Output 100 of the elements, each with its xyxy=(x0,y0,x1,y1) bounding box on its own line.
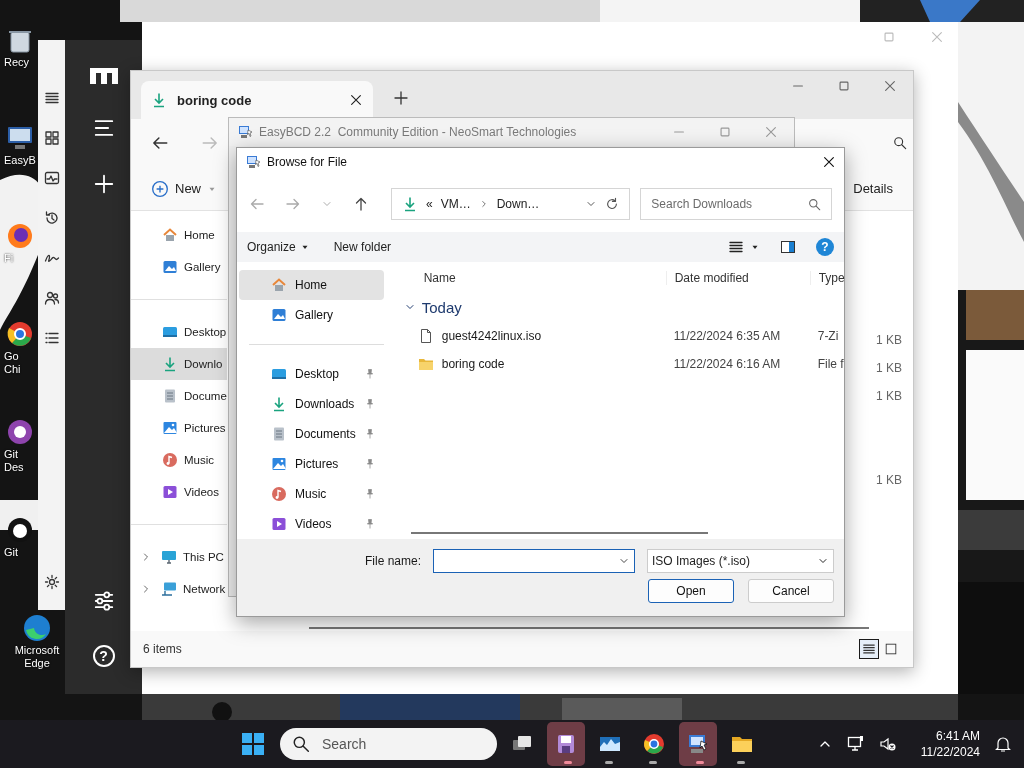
filter-dropdown[interactable]: ISO Images (*.iso) xyxy=(647,549,834,573)
file-name[interactable]: boring code xyxy=(397,356,666,372)
desktop-icon xyxy=(162,324,178,340)
table-cell-text: 1 KB xyxy=(875,472,903,489)
search-box[interactable]: Search xyxy=(280,728,497,760)
search-icon xyxy=(292,735,310,753)
view-button[interactable] xyxy=(859,639,879,659)
house-icon xyxy=(271,277,287,293)
search-field[interactable]: Search Downloads xyxy=(651,192,802,216)
icon-label: Microsoft Edge xyxy=(13,644,61,670)
icon-label: Fi xyxy=(4,252,14,265)
gallery-icon xyxy=(271,307,287,323)
grid-icon[interactable] xyxy=(43,130,60,146)
table-cell-text: 7-Zi xyxy=(816,329,840,343)
network-icon xyxy=(161,581,177,597)
scrollbar[interactable] xyxy=(410,532,708,534)
nav-item[interactable]: Music xyxy=(239,479,384,509)
network-icon[interactable] xyxy=(846,735,865,753)
nav-item[interactable]: Home xyxy=(131,219,227,251)
tab[interactable]: boring code xyxy=(141,81,373,119)
help-button[interactable]: ? xyxy=(92,645,115,667)
nav-item[interactable]: Gallery xyxy=(239,300,384,330)
nav-item[interactable]: This PC xyxy=(131,541,227,573)
close-icon[interactable] xyxy=(349,93,363,107)
table-cell-text: File f xyxy=(816,357,845,371)
list-icon[interactable] xyxy=(43,330,60,346)
nav-item[interactable]: Downloads xyxy=(239,389,384,419)
nav-item[interactable]: Documents xyxy=(239,419,384,449)
nav-item[interactable]: Home xyxy=(239,270,384,300)
taskbar-button[interactable] xyxy=(679,722,717,766)
preview-pane-icon[interactable] xyxy=(780,239,796,255)
activity-icon[interactable] xyxy=(43,170,60,186)
people-icon[interactable] xyxy=(43,290,60,306)
clock[interactable]: 6:41 AM 11/22/2024 xyxy=(920,728,980,760)
nav-item[interactable]: Pictures xyxy=(239,449,384,479)
input-field[interactable] xyxy=(433,549,635,573)
cancel-button[interactable]: Cancel xyxy=(748,579,834,603)
music-icon xyxy=(271,486,287,502)
column-header[interactable]: Name xyxy=(397,271,666,285)
table-cell-text: 11/22/2024 6:35 AM xyxy=(672,329,782,343)
nav-item[interactable]: Videos xyxy=(131,476,227,508)
field-label: File name: xyxy=(364,554,421,568)
nav-item[interactable]: Music xyxy=(131,444,227,476)
organize-button[interactable]: Organize xyxy=(247,240,310,254)
nav-item[interactable]: Desktop xyxy=(131,316,227,348)
window-title: EasyBCD 2.2 Community Edition - NeoSmart Technologies xyxy=(259,125,577,139)
close-icon[interactable] xyxy=(822,155,836,169)
column-header[interactable]: Type xyxy=(809,271,845,285)
taskbar-button[interactable] xyxy=(547,722,585,766)
search-icon[interactable] xyxy=(893,136,907,150)
video-icon xyxy=(271,516,287,532)
refresh-icon xyxy=(605,197,620,211)
square-icon xyxy=(884,642,898,656)
nav-item[interactable]: Network xyxy=(131,573,227,605)
address-bar[interactable]: « VM… Down… xyxy=(391,188,631,220)
download-icon xyxy=(271,396,287,412)
sliders-icon[interactable] xyxy=(92,590,115,612)
file-name[interactable]: guest4242linux.iso xyxy=(397,328,666,344)
search-field[interactable]: Search xyxy=(320,735,485,753)
download-icon xyxy=(402,196,418,212)
search-box[interactable]: Search Downloads xyxy=(640,188,832,220)
nav-item[interactable]: Docume xyxy=(131,380,227,412)
back-icon[interactable] xyxy=(151,134,169,152)
gallery-icon xyxy=(162,259,178,275)
new-button[interactable]: New xyxy=(151,179,217,198)
logo-icon xyxy=(89,68,118,84)
group-header[interactable]: Today xyxy=(403,292,845,322)
nav-item[interactable]: Pictures xyxy=(131,412,227,444)
details-button[interactable]: Details xyxy=(853,181,893,196)
nav-item[interactable]: Gallery xyxy=(131,251,227,283)
table-cell-text: 1 KB xyxy=(875,360,903,377)
scrollbar[interactable] xyxy=(309,627,869,629)
muted-speaker-icon[interactable] xyxy=(878,735,897,753)
list-icon xyxy=(862,642,876,656)
icon-label: EasyB xyxy=(4,154,36,167)
history-icon[interactable] xyxy=(43,210,60,226)
download-icon xyxy=(162,356,178,372)
column-header[interactable]: Date modified xyxy=(665,271,810,285)
up-icon[interactable] xyxy=(353,196,369,212)
start-button[interactable] xyxy=(241,732,265,756)
document-icon xyxy=(162,388,178,404)
add-icon[interactable] xyxy=(92,173,115,195)
nav-item[interactable]: Videos xyxy=(239,509,384,539)
menu-icon[interactable] xyxy=(92,117,115,139)
picture-icon xyxy=(162,420,178,436)
desktop-icon xyxy=(271,366,287,382)
maximize-icon[interactable] xyxy=(837,79,851,93)
house-icon xyxy=(162,227,178,243)
download-icon xyxy=(151,92,167,108)
settings-icon[interactable] xyxy=(43,574,60,590)
help-button[interactable]: ? xyxy=(816,238,834,256)
new-folder-button[interactable]: New folder xyxy=(333,240,392,254)
open-button[interactable]: Open xyxy=(648,579,734,603)
list-icon[interactable] xyxy=(728,239,744,255)
plus-circle-icon xyxy=(151,179,169,198)
app-icon[interactable] xyxy=(21,612,53,644)
menu-icon[interactable] xyxy=(43,90,60,106)
bell-icon[interactable] xyxy=(994,735,1012,753)
nav-item[interactable]: Desktop xyxy=(239,359,384,389)
nav-item[interactable]: Downlo xyxy=(131,348,227,380)
